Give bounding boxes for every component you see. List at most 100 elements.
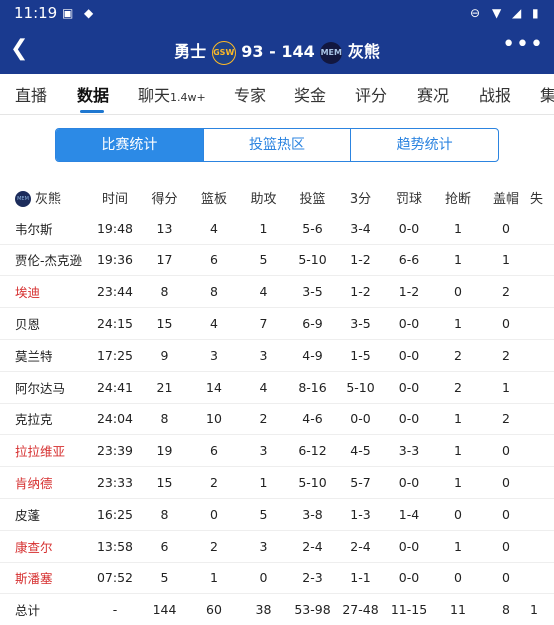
stat-cell: 2	[189, 530, 239, 563]
player-name[interactable]: 莫兰特	[0, 339, 90, 372]
player-name[interactable]: 皮蓬	[0, 498, 90, 531]
player-name[interactable]: 斯潘塞	[0, 562, 90, 595]
stat-cell: 0	[482, 562, 530, 595]
app-icon: ◆	[84, 6, 94, 20]
status-bar: 11:19 ▣ ◆ ⊖ ▼ ◢ ▮	[0, 0, 554, 26]
player-name[interactable]: 拉拉维亚	[0, 434, 90, 468]
stat-cell: 5-7	[337, 466, 384, 499]
stat-cell: 2	[434, 371, 482, 404]
stat-cell: 0	[239, 562, 288, 595]
stat-cell: 5-10	[288, 244, 337, 277]
stat-cell: 0-0	[384, 403, 434, 436]
image-icon: ▣	[62, 6, 74, 20]
stats-segment-control: 比赛统计 投篮热区 趋势统计	[55, 128, 499, 162]
stat-cell: 0-0	[384, 212, 434, 245]
more-icon[interactable]: •••	[502, 32, 544, 57]
stat-cell: 19	[140, 434, 189, 468]
team-logo-icon: MEM	[15, 191, 31, 208]
player-row[interactable]: 莫兰特 17:25 9 3 3 4-9 1-5 0-0 2 2	[0, 339, 554, 372]
stat-cell: 3-4	[337, 212, 384, 245]
stat-cell: 5-10	[337, 371, 384, 404]
stat-cell: 2	[434, 339, 482, 372]
stat-cell: 0-0	[384, 371, 434, 404]
player-name[interactable]: 克拉克	[0, 403, 90, 436]
stat-cell: 3	[189, 339, 239, 372]
player-row[interactable]: 康查尔 13:58 6 2 3 2-4 2-4 0-0 1 0	[0, 530, 554, 563]
player-row[interactable]: 肯纳德 23:33 15 2 1 5-10 5-7 0-0 1 0	[0, 466, 554, 499]
tab-report[interactable]: 战报	[479, 82, 511, 106]
stat-cell: 07:52	[90, 562, 140, 595]
player-row[interactable]: 拉拉维亚 23:39 19 6 3 6-12 4-5 3-3 1 0	[0, 434, 554, 468]
player-name[interactable]: 韦尔斯	[0, 212, 90, 245]
tab-live[interactable]: 直播	[15, 82, 47, 106]
player-row[interactable]: 贝恩 24:15 15 4 7 6-9 3-5 0-0 1 0	[0, 307, 554, 340]
stat-cell: 0-0	[384, 339, 434, 372]
column-header: 助攻	[250, 191, 277, 207]
player-name[interactable]: 阿尔达马	[0, 371, 90, 404]
column-header: 3分	[349, 191, 372, 207]
tab-experts[interactable]: 专家	[234, 82, 266, 106]
player-name[interactable]: 肯纳德	[0, 466, 90, 499]
stat-cell: 4	[189, 212, 239, 245]
stat-cell: 0	[482, 212, 530, 245]
tab-bonus[interactable]: 奖金	[294, 82, 326, 106]
tab-collection[interactable]: 集	[540, 82, 554, 106]
player-row[interactable]: 克拉克 24:04 8 10 2 4-6 0-0 0-0 1 2	[0, 403, 554, 436]
stat-cell: 14	[189, 371, 239, 404]
stat-cell: 1	[434, 466, 482, 499]
active-tab-indicator	[80, 110, 104, 113]
segment-game-stats[interactable]: 比赛统计	[56, 129, 203, 161]
wifi-icon: ▼	[492, 6, 502, 20]
player-row[interactable]: 皮蓬 16:25 8 0 5 3-8 1-3 1-4 0 0	[0, 498, 554, 531]
player-name[interactable]: 贾伦-杰克逊	[0, 244, 90, 277]
column-header: 篮板	[200, 191, 227, 207]
stat-cell: 5	[239, 498, 288, 531]
segment-trend-stats[interactable]: 趋势统计	[350, 129, 498, 161]
stat-cell: 0-0	[384, 466, 434, 499]
stat-cell: 4	[189, 307, 239, 340]
player-name[interactable]: 贝恩	[0, 307, 90, 340]
player-row[interactable]: 韦尔斯 19:48 13 4 1 5-6 3-4 0-0 1 0	[0, 212, 554, 245]
tab-chat[interactable]: 聊天1.4w+	[138, 82, 206, 106]
tab-rating[interactable]: 评分	[355, 82, 387, 106]
stat-cell: 1	[189, 562, 239, 595]
stat-cell: 0	[434, 498, 482, 531]
stat-cell: 24:04	[90, 403, 140, 436]
stat-cell: 7	[239, 307, 288, 340]
stat-cell: 21	[140, 371, 189, 404]
stat-cell: 1-2	[337, 275, 384, 309]
player-row[interactable]: 贾伦-杰克逊 19:36 17 6 5 5-10 1-2 6-6 1 1	[0, 244, 554, 277]
column-header: 抢断	[444, 191, 471, 207]
stat-cell: 0	[189, 498, 239, 531]
stat-cell: 2-3	[288, 562, 337, 595]
player-row[interactable]: 斯潘塞 07:52 5 1 0 2-3 1-1 0-0 0 0	[0, 562, 554, 595]
stat-cell: 4-9	[288, 339, 337, 372]
stat-cell: 1-2	[384, 275, 434, 309]
column-header: 投篮	[299, 191, 326, 207]
player-row[interactable]: 阿尔达马 24:41 21 14 4 8-16 5-10 0-0 2 1	[0, 371, 554, 404]
stat-cell: 17:25	[90, 339, 140, 372]
stat-cell: 1-1	[337, 562, 384, 595]
tab-data[interactable]: 数据	[77, 82, 109, 106]
stat-cell: 2	[482, 275, 530, 309]
away-team-name: 灰熊	[347, 42, 380, 61]
stat-cell: 4-5	[337, 434, 384, 468]
total-cell: 38	[255, 602, 272, 618]
total-cell: 53-98	[294, 602, 331, 618]
home-team-name: 勇士	[174, 42, 207, 61]
stat-cell: 4	[239, 275, 288, 309]
segment-shot-chart[interactable]: 投篮热区	[202, 129, 351, 161]
tab-situation[interactable]: 赛况	[417, 82, 449, 106]
player-name[interactable]: 埃迪	[0, 275, 90, 309]
stat-cell: 4-6	[288, 403, 337, 436]
stat-cell: 1	[434, 530, 482, 563]
stat-cell: 15	[140, 307, 189, 340]
tab-bar: 直播 数据 聊天1.4w+ 专家 奖金 评分 赛况 战报 集	[0, 74, 554, 115]
stat-cell: 1-5	[337, 339, 384, 372]
player-row[interactable]: 埃迪 23:44 8 8 4 3-5 1-2 1-2 0 2	[0, 275, 554, 309]
player-name[interactable]: 康查尔	[0, 530, 90, 563]
player-stats-table: MEM 灰熊 时间 得分 篮板 助攻 投篮 3分 罚球 抢断 盖帽 失 韦尔斯 19…	[0, 182, 554, 625]
stat-cell: 0	[482, 466, 530, 499]
stat-cell: 19:48	[90, 212, 140, 245]
stat-cell: 5-6	[288, 212, 337, 245]
